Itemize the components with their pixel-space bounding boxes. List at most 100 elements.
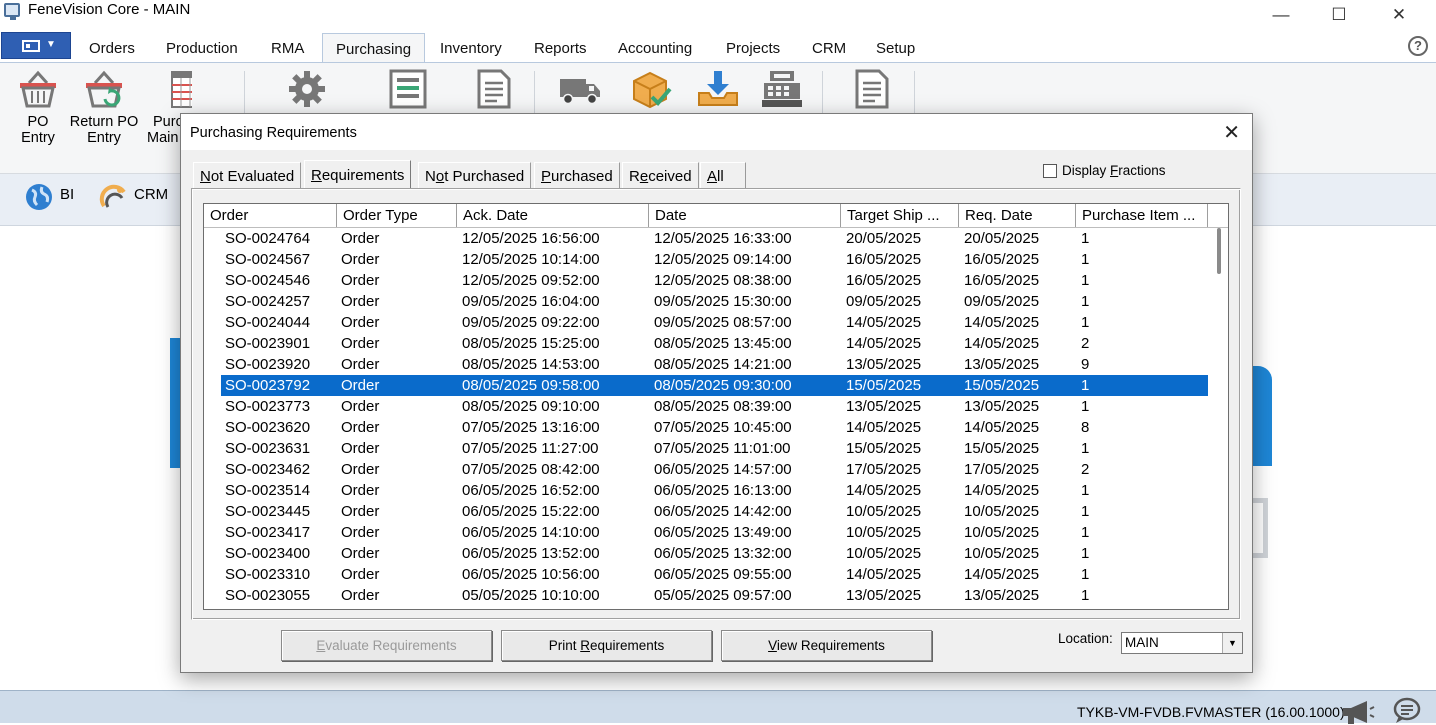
ribbon-tab-inventory[interactable]: Inventory (440, 40, 502, 57)
cell-req-date: 20/05/2025 (964, 230, 1040, 247)
receive-box-ribbon-button[interactable] (630, 69, 674, 114)
cell-order: SO-0023445 (225, 503, 311, 520)
settings-ribbon-button[interactable] (286, 69, 328, 114)
tab-requirements[interactable]: Requirements (304, 160, 412, 188)
table-row[interactable]: SO-0024044 Order 09/05/2025 09:22:00 09/05/… (221, 312, 1208, 333)
ribbon-tab-orders[interactable]: Orders (89, 40, 135, 57)
cell-req-date: 16/05/2025 (964, 272, 1040, 289)
cell-purchase-item: 1 (1081, 587, 1090, 604)
scrollbar-thumb[interactable] (1217, 228, 1221, 274)
chevron-down-icon[interactable]: ▼ (1222, 633, 1242, 653)
cell-target-ship: 10/05/2025 (846, 524, 922, 541)
tab-not-evaluated[interactable]: Not Evaluated (193, 162, 302, 188)
tab-purchased[interactable]: Purchased (534, 162, 620, 188)
ribbon-tab-setup[interactable]: Setup (876, 40, 915, 57)
dialog-close-icon[interactable]: ✕ (1223, 120, 1240, 145)
table-row[interactable]: SO-0023514 Order 06/05/2025 16:52:00 06/05/… (221, 480, 1208, 501)
cell-date: 07/05/2025 10:45:00 (654, 419, 792, 436)
window-title: FeneVision Core - MAIN (28, 1, 191, 18)
cell-purchase-item: 1 (1081, 272, 1090, 289)
cash-register-ribbon-button[interactable] (760, 69, 804, 114)
application-menu-button[interactable]: ▼ (1, 32, 71, 59)
table-row[interactable]: SO-0023920 Order 08/05/2025 14:53:00 08/05/… (221, 354, 1208, 375)
column-header-req-date[interactable]: Req. Date (959, 204, 1076, 227)
evaluate-requirements-button[interactable]: Evaluate Requirements (281, 630, 492, 661)
table-row[interactable]: SO-0024764 Order 12/05/2025 16:56:00 12/05/… (221, 228, 1208, 249)
shipping-ribbon-button[interactable] (558, 69, 602, 114)
return-po-entry-button[interactable]: Return PO Entry (68, 69, 140, 146)
help-icon[interactable]: ? (1408, 36, 1428, 56)
download-ribbon-button[interactable] (696, 69, 740, 114)
table-row[interactable]: SO-0023631 Order 07/05/2025 11:27:00 07/05/… (221, 438, 1208, 459)
table-row[interactable]: SO-0024546 Order 12/05/2025 09:52:00 12/05/… (221, 270, 1208, 291)
ribbon-tab-reports[interactable]: Reports (534, 40, 587, 57)
ribbon-tab-accounting[interactable]: Accounting (618, 40, 692, 57)
column-header-order-type[interactable]: Order Type (337, 204, 457, 227)
column-header-date[interactable]: Date (649, 204, 841, 227)
print-requirements-button[interactable]: Print Requirements (501, 630, 712, 661)
vertical-scrollbar[interactable] (1210, 228, 1228, 609)
cell-req-date: 16/05/2025 (964, 251, 1040, 268)
table-row[interactable]: SO-0024567 Order 12/05/2025 10:14:00 12/05/… (221, 249, 1208, 270)
ribbon-tab-rma[interactable]: RMA (271, 40, 304, 57)
tab-received[interactable]: Received (622, 162, 699, 188)
tab-all[interactable]: All (700, 162, 746, 188)
document-ribbon-button[interactable] (474, 69, 514, 114)
close-window-button[interactable]: ✕ (1376, 2, 1422, 28)
chat-icon[interactable] (1393, 697, 1421, 724)
table-row[interactable]: SO-0023055 Order 05/05/2025 10:10:00 05/05/… (221, 585, 1208, 606)
maximize-button[interactable]: ☐ (1316, 2, 1362, 28)
cell-target-ship: 13/05/2025 (846, 587, 922, 604)
cell-target-ship: 15/05/2025 (846, 377, 922, 394)
view-requirements-button[interactable]: View Requirements (721, 630, 932, 661)
column-header-order[interactable]: Order (204, 204, 337, 227)
table-row[interactable]: SO-0023400 Order 06/05/2025 13:52:00 06/05/… (221, 543, 1208, 564)
table-row[interactable]: SO-0023417 Order 06/05/2025 14:10:00 06/05/… (221, 522, 1208, 543)
cell-req-date: 14/05/2025 (964, 566, 1040, 583)
cell-purchase-item: 8 (1081, 419, 1090, 436)
megaphone-icon[interactable] (1341, 699, 1375, 725)
table-row[interactable]: SO-0023462 Order 07/05/2025 08:42:00 06/05/… (221, 459, 1208, 480)
minimize-button[interactable]: — (1258, 2, 1304, 28)
list-ribbon-button[interactable] (388, 69, 428, 114)
cell-order: SO-0023901 (225, 335, 311, 352)
ribbon-tab-production[interactable]: Production (166, 40, 238, 57)
po-entry-button[interactable]: PO Entry (16, 69, 60, 146)
calendar-grid-icon (171, 71, 192, 108)
status-database: TYKB-VM-FVDB.FVMASTER (16.00.1000) (1077, 704, 1345, 720)
table-row[interactable]: SO-0023773 Order 08/05/2025 09:10:00 08/05/… (221, 396, 1208, 417)
ribbon-tab-projects[interactable]: Projects (726, 40, 780, 57)
bi-link[interactable]: BI (26, 184, 74, 210)
globe-icon (26, 184, 52, 210)
download-tray-icon (698, 71, 738, 106)
location-select[interactable]: MAIN ▼ (1121, 632, 1243, 654)
cell-purchase-item: 1 (1081, 398, 1090, 415)
column-header-target-ship[interactable]: Target Ship ... (841, 204, 959, 227)
table-row[interactable]: SO-0023901 Order 08/05/2025 15:25:00 08/05/… (221, 333, 1208, 354)
display-fractions-checkbox[interactable] (1043, 164, 1057, 178)
cell-ack-date: 08/05/2025 14:53:00 (462, 356, 600, 373)
table-row[interactable]: SO-0023620 Order 07/05/2025 13:16:00 07/05/… (221, 417, 1208, 438)
cell-date: 08/05/2025 14:21:00 (654, 356, 792, 373)
table-row[interactable]: SO-0023792 Order 08/05/2025 09:58:00 08/05/… (221, 375, 1208, 396)
tab-not-purchased[interactable]: Not Purchased (418, 162, 532, 188)
display-fractions-label[interactable]: Display Fractions (1062, 163, 1166, 178)
table-row[interactable]: SO-0023445 Order 06/05/2025 15:22:00 06/05/… (221, 501, 1208, 522)
column-header-purchase-item[interactable]: Purchase Item ... (1076, 204, 1208, 227)
column-header-ack-date[interactable]: Ack. Date (457, 204, 649, 227)
cell-order-type: Order (341, 314, 380, 331)
report-ribbon-button[interactable] (852, 69, 892, 114)
cell-ack-date: 07/05/2025 11:27:00 (462, 440, 599, 457)
cell-target-ship: 14/05/2025 (846, 566, 922, 583)
table-row[interactable]: SO-0023310 Order 06/05/2025 10:56:00 06/05/… (221, 564, 1208, 585)
cell-order: SO-0024567 (225, 251, 311, 268)
table-row[interactable]: SO-0024257 Order 09/05/2025 16:04:00 09/05/… (221, 291, 1208, 312)
app-monitor-icon (4, 3, 20, 20)
gear-icon (289, 71, 325, 107)
dialog-title: Purchasing Requirements (190, 125, 357, 141)
cell-ack-date: 08/05/2025 09:10:00 (462, 398, 600, 415)
ribbon-tab-purchasing[interactable]: Purchasing (322, 33, 426, 64)
crm-link[interactable]: CRM (99, 184, 168, 208)
ribbon-tab-crm[interactable]: CRM (812, 40, 846, 57)
cell-req-date: 09/05/2025 (964, 293, 1040, 310)
